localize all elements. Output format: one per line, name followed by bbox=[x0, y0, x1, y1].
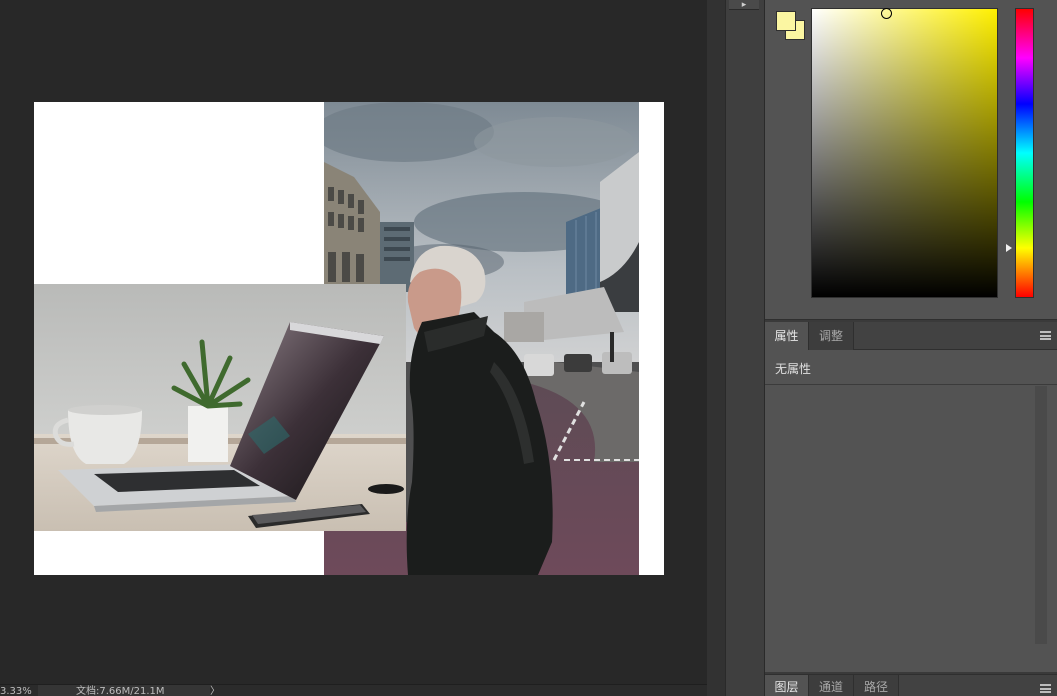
document-canvas[interactable] bbox=[34, 102, 664, 575]
color-picker-cursor-icon[interactable] bbox=[881, 8, 892, 19]
layers-panel-menu-icon[interactable] bbox=[1040, 684, 1051, 693]
color-panel bbox=[765, 0, 1057, 320]
layers-tabbar: 图层 通道 路径 bbox=[765, 675, 1057, 696]
panel-gap bbox=[707, 0, 725, 696]
panel-menu-icon[interactable] bbox=[1040, 331, 1051, 340]
collapsed-panel-button[interactable]: ▸ bbox=[729, 0, 759, 10]
properties-divider bbox=[765, 384, 1057, 385]
tab-adjustments[interactable]: 调整 bbox=[809, 322, 854, 350]
laptop-photo-image bbox=[34, 284, 406, 531]
status-bar: 3.33% 文档:7.66M/21.1M 〉 bbox=[0, 684, 707, 696]
saturation-value-field[interactable] bbox=[811, 8, 998, 298]
expand-panel-icon: ▸ bbox=[741, 0, 747, 10]
no-properties-text: 无属性 bbox=[775, 362, 812, 376]
right-panel-column: 属性 调整 无属性 图层 通道 路径 bbox=[765, 0, 1057, 696]
zoom-level[interactable]: 3.33% bbox=[0, 685, 38, 696]
foreground-color-swatch[interactable] bbox=[776, 11, 796, 31]
tab-properties[interactable]: 属性 bbox=[765, 322, 809, 350]
collapsed-panel-dock: ▸ bbox=[725, 0, 765, 696]
laptop-photo-layer[interactable] bbox=[34, 284, 406, 531]
properties-scrollbar[interactable] bbox=[1035, 386, 1047, 644]
tab-layers[interactable]: 图层 bbox=[765, 675, 809, 696]
properties-panel: 属性 调整 无属性 bbox=[765, 322, 1057, 672]
canvas-workspace[interactable] bbox=[0, 0, 707, 696]
status-menu-arrow-icon[interactable]: 〉 bbox=[210, 685, 220, 696]
tab-channels[interactable]: 通道 bbox=[809, 675, 854, 696]
photoshop-window: 3.33% 文档:7.66M/21.1M 〉 ▸ 属性 调整 无属性 图层 通道… bbox=[0, 0, 1057, 696]
hue-slider-arrow-icon[interactable] bbox=[1006, 244, 1012, 252]
layers-panel: 图层 通道 路径 bbox=[765, 674, 1057, 696]
properties-tabbar: 属性 调整 bbox=[765, 322, 1057, 350]
hue-strip[interactable] bbox=[1015, 8, 1034, 298]
document-size-info[interactable]: 文档:7.66M/21.1M bbox=[38, 685, 210, 696]
tab-paths[interactable]: 路径 bbox=[854, 675, 899, 696]
